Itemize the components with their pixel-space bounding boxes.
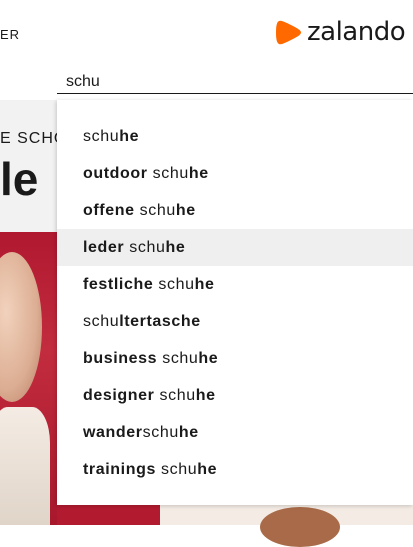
suggestion-text-part: he bbox=[178, 424, 199, 441]
model-head bbox=[260, 507, 340, 547]
suggestion-text-part: schu bbox=[153, 276, 195, 293]
suggestion-text-part: he bbox=[194, 276, 215, 293]
suggestion-text-part: he bbox=[195, 387, 216, 404]
search-suggestions-dropdown: schuhe outdoor schuhe offene schuhe leder s… bbox=[57, 100, 413, 505]
promo-photo-bottom-left[interactable] bbox=[57, 505, 160, 525]
search-suggestion[interactable]: business schuhe bbox=[57, 340, 413, 377]
suggestion-text-part: schu bbox=[155, 461, 198, 478]
suggestion-text-part: schu bbox=[124, 239, 166, 256]
zalando-logo[interactable]: zalando bbox=[276, 17, 406, 47]
suggestion-text-part: schu bbox=[142, 424, 179, 441]
search-suggestion[interactable]: schultertasche bbox=[57, 303, 413, 340]
suggestion-text-part: schu bbox=[147, 165, 189, 182]
top-nav-fragment[interactable]: ER bbox=[0, 27, 20, 42]
suggestion-text-part: he bbox=[188, 165, 209, 182]
search-suggestion[interactable]: designer schuhe bbox=[57, 377, 413, 414]
suggestion-text-part: he bbox=[165, 239, 186, 256]
suggestion-text-part: he bbox=[119, 128, 140, 145]
logo-wordmark: zalando bbox=[307, 17, 406, 47]
search-suggestion[interactable]: festliche schuhe bbox=[57, 266, 413, 303]
suggestion-text-part: schu bbox=[154, 387, 196, 404]
search-input[interactable] bbox=[66, 73, 366, 91]
suggestion-text-part: leder bbox=[83, 239, 125, 256]
suggestion-text-part: he bbox=[175, 202, 196, 219]
suggestion-text-part: designer bbox=[83, 387, 155, 404]
promo-banner: E SCHÖ le bbox=[0, 100, 57, 525]
search-suggestion[interactable]: schuhe bbox=[57, 118, 413, 155]
suggestion-text-part: he bbox=[197, 461, 218, 478]
search-suggestion[interactable]: leder schuhe bbox=[57, 229, 413, 266]
promo-subtitle: E SCHÖ bbox=[0, 130, 57, 147]
suggestion-text-part: he bbox=[198, 350, 219, 367]
suggestion-text-part: schu bbox=[83, 313, 120, 330]
suggestion-text-part: schu bbox=[134, 202, 176, 219]
zalando-logo-icon bbox=[276, 20, 301, 44]
promo-text-area: E SCHÖ le bbox=[0, 100, 57, 232]
suggestion-text-part: schu bbox=[157, 350, 199, 367]
search-suggestion[interactable]: outdoor schuhe bbox=[57, 155, 413, 192]
search-suggestion[interactable]: trainings schuhe bbox=[57, 451, 413, 488]
promo-photo-bottom-right[interactable] bbox=[160, 505, 413, 547]
promo-title: le bbox=[0, 153, 39, 205]
search-bar[interactable] bbox=[57, 68, 413, 94]
suggestion-text-part: schu bbox=[83, 128, 120, 145]
promo-photo-left[interactable] bbox=[0, 232, 57, 525]
search-suggestion[interactable]: wanderschuhe bbox=[57, 414, 413, 451]
model-face bbox=[0, 252, 42, 402]
suggestion-text-part: trainings bbox=[83, 461, 156, 478]
model-shirt bbox=[0, 407, 50, 525]
suggestion-text-part: business bbox=[83, 350, 158, 367]
suggestion-text-part: festliche bbox=[83, 276, 154, 293]
suggestion-text-part: wander bbox=[83, 424, 143, 441]
search-suggestion[interactable]: offene schuhe bbox=[57, 192, 413, 229]
suggestion-text-part: ltertasche bbox=[119, 313, 201, 330]
suggestion-text-part: offene bbox=[83, 202, 135, 219]
suggestion-text-part: outdoor bbox=[83, 165, 148, 182]
